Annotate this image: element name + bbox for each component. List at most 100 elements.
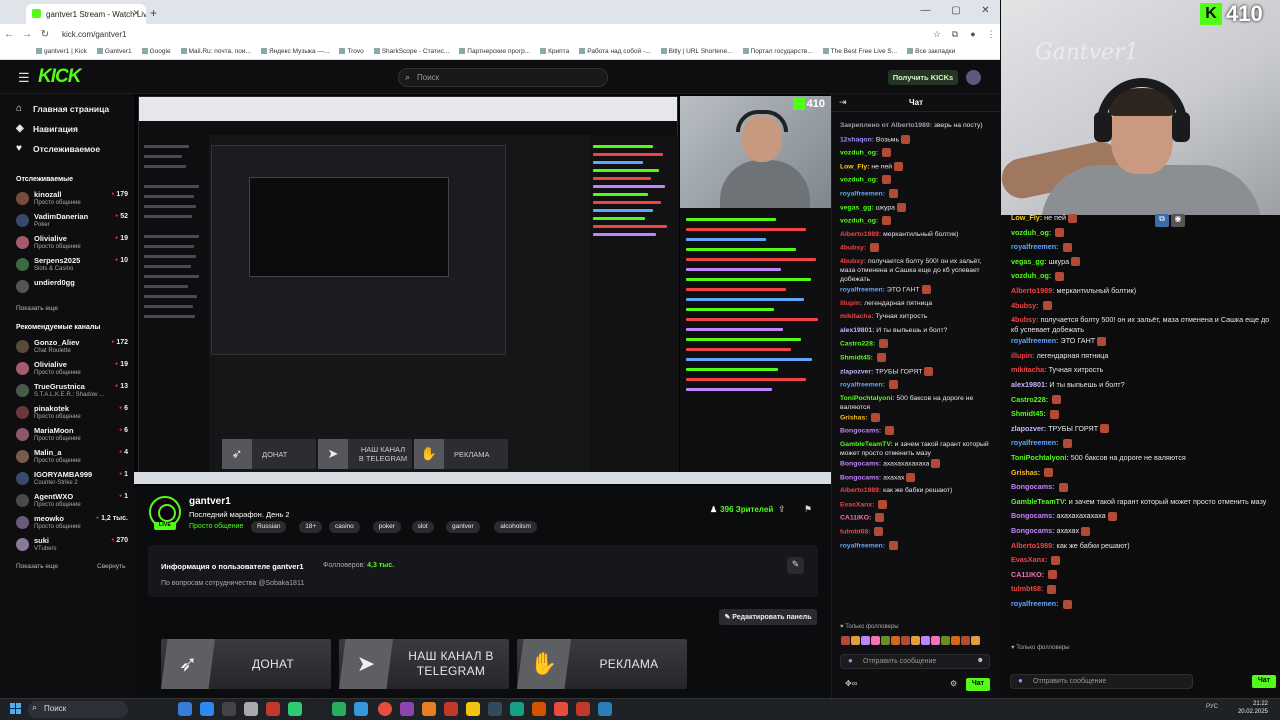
bookmark-item[interactable]: Bitly | URL Shortene... — [661, 48, 733, 55]
chat-username[interactable]: Shmidt45: — [840, 354, 873, 361]
collapse-chat-icon[interactable]: ⇥ — [839, 97, 847, 108]
donate-panel[interactable]: ➶ ДОНАТ — [161, 639, 331, 689]
chat-username[interactable]: Castro228: — [1011, 395, 1048, 404]
app-icon[interactable] — [354, 702, 368, 716]
bookmark-item[interactable]: Портал государств... — [743, 48, 813, 55]
emote-icon[interactable] — [921, 635, 930, 645]
emote-icon[interactable] — [881, 635, 890, 645]
menu-burger-icon[interactable]: ☰ — [18, 70, 30, 86]
new-tab-button[interactable]: + — [150, 6, 157, 20]
chat-username[interactable]: vozduh_og: — [1011, 271, 1051, 280]
sidebar-channel[interactable]: Malin_aПросто общение 4 — [16, 447, 128, 469]
app-icon[interactable] — [598, 702, 612, 716]
bookmark-star-icon[interactable]: ☆ — [928, 29, 946, 40]
forward-icon[interactable]: → — [18, 29, 36, 40]
taskbar-clock[interactable]: 21:22 20.02.2025 — [1238, 700, 1268, 716]
sidebar-channel[interactable]: OlivialiveПросто общение 19 — [16, 233, 128, 255]
sidebar-item-home[interactable]: ⌂ Главная страница — [16, 103, 109, 114]
close-tab-icon[interactable]: ✕ — [132, 8, 140, 19]
chat-username[interactable]: vozduh_og: — [840, 177, 878, 184]
chat-username[interactable]: alex19801: — [1011, 380, 1047, 389]
chat-username[interactable]: Bongocams: — [840, 428, 881, 435]
extensions-icon[interactable]: ⧉ — [946, 29, 964, 40]
reload-icon[interactable]: ↻ — [36, 29, 54, 40]
chat-username[interactable]: Alberto1989: — [840, 487, 881, 494]
stream-tag[interactable]: casino — [329, 521, 360, 533]
app-icon[interactable] — [554, 702, 568, 716]
app-icon[interactable] — [310, 702, 324, 716]
chat-username[interactable]: tulmbt68: — [1011, 584, 1043, 593]
stream-category[interactable]: Просто общение — [189, 523, 243, 530]
back-icon[interactable]: ← — [0, 29, 18, 40]
app-icon[interactable] — [288, 702, 302, 716]
chat-username[interactable]: CA11IKO: — [840, 515, 871, 522]
collapse-sidebar[interactable]: Свернуть — [97, 563, 126, 570]
sidebar-channel[interactable]: undierd0gg — [16, 277, 128, 299]
chat-username[interactable]: vozduh_og: — [840, 149, 878, 156]
emote-bar[interactable] — [840, 634, 990, 646]
sidebar-channel[interactable]: pinakotekПросто общение 6 — [16, 403, 128, 425]
app-icon[interactable] — [332, 702, 346, 716]
chat-username[interactable]: zlapozver: — [840, 368, 873, 375]
chat-username[interactable]: royalfreemen: — [840, 381, 885, 388]
streamer-name[interactable]: gantver1 — [189, 496, 231, 507]
chat-username[interactable]: Grishas: — [1011, 468, 1040, 477]
menu-icon[interactable]: ⋮ — [982, 29, 1000, 40]
app-icon[interactable] — [222, 702, 236, 716]
chat-username[interactable]: GambleTeamTV: — [840, 441, 893, 448]
chat-settings-icon[interactable]: ⚙ — [950, 679, 957, 688]
app-icon[interactable] — [510, 702, 524, 716]
bookmark-item[interactable]: Крипта — [540, 48, 569, 55]
emote-icon[interactable] — [941, 635, 950, 645]
chat-username[interactable]: Bongocams: — [1011, 482, 1055, 491]
search-input[interactable]: ⌕ Поиск — [398, 68, 608, 87]
chat-username[interactable]: vozduh_og: — [840, 217, 878, 224]
sidebar-channel[interactable]: meowkoПросто общение 1,2 тыс. — [16, 513, 128, 535]
stream-tag[interactable]: gantver — [446, 521, 480, 533]
chat-send-button[interactable]: Чат — [966, 678, 990, 691]
emote-icon[interactable] — [841, 635, 850, 645]
ads-panel[interactable]: ✋ РЕКЛАМА — [517, 639, 687, 689]
chat-username[interactable]: 4bubsy: — [840, 258, 866, 265]
emote-icon[interactable] — [851, 635, 860, 645]
emote-icon[interactable] — [871, 635, 880, 645]
bookmark-item[interactable]: The Best Free Live S... — [823, 48, 897, 55]
sidebar-channel[interactable]: MariaMoonПросто общение 6 — [16, 425, 128, 447]
maximize-button[interactable]: ▢ — [951, 5, 960, 16]
smiley-icon[interactable]: ☻ — [977, 657, 984, 664]
chat-username[interactable]: vozduh_og: — [1011, 228, 1051, 237]
sidebar-channel[interactable]: VadimDanerianPoker 52 — [16, 211, 128, 233]
chat-username[interactable]: royalfreemen: — [840, 542, 885, 549]
emote-icon[interactable] — [861, 635, 870, 645]
bookmark-item[interactable]: Mail.Ru: почта, пои... — [181, 48, 251, 55]
chat-username[interactable]: mikitacha: — [1011, 365, 1047, 374]
sidebar-channel[interactable]: Gonzo_AlievChat Roulette 172 — [16, 337, 128, 359]
bookmark-item[interactable]: Gantver1 — [97, 48, 132, 55]
video-player[interactable]: 410 ➶ ДОНАТ ➤ НАШ КАНАЛ В TELEGRAM ✋ РЕКЛАМ… — [134, 94, 831, 486]
bookmark-item[interactable]: Партнерские прогр... — [459, 48, 530, 55]
share-icon[interactable]: ⇪ — [778, 504, 786, 515]
more-options-icon[interactable]: ⚑ — [804, 504, 812, 515]
bookmark-item[interactable]: Trovo — [339, 48, 363, 55]
chrome-icon[interactable] — [378, 702, 392, 716]
app-icon[interactable] — [422, 702, 436, 716]
chat-username[interactable]: GambleTeamTV: — [1011, 497, 1067, 506]
emote-icon[interactable]: ● — [848, 656, 853, 665]
chat-username[interactable]: Alberto1989: — [1011, 541, 1055, 550]
edit-about-icon[interactable]: ✎ — [787, 557, 804, 574]
emote-icon[interactable] — [951, 635, 960, 645]
stream-tag[interactable]: alcoholism — [494, 521, 537, 533]
chat-username[interactable]: zlapozver: — [1011, 424, 1046, 433]
sidebar-channel[interactable]: TrueGrustnicaS.T.A.L.K.E.R.: Shadow ... 1… — [16, 381, 128, 403]
keyboard-language[interactable]: РУС — [1206, 704, 1218, 710]
chat-username[interactable]: ToniPochtalyoni: — [1011, 453, 1069, 462]
bookmark-item[interactable]: SharkScope - Статис... — [374, 48, 450, 55]
app-icon[interactable] — [244, 702, 258, 716]
sidebar-item-following[interactable]: ♥ Отслеживаемое — [16, 143, 100, 154]
chat-username[interactable]: Castro228: — [840, 341, 875, 348]
chat-username[interactable]: EvasXanx: — [840, 501, 874, 508]
show-more-following[interactable]: Показать еще — [16, 305, 58, 312]
channel-points-icon[interactable]: ✥∞ — [845, 679, 857, 688]
sidebar-channel[interactable]: OlivialiveПросто общение 19 — [16, 359, 128, 381]
yandex-icon[interactable] — [444, 702, 458, 716]
